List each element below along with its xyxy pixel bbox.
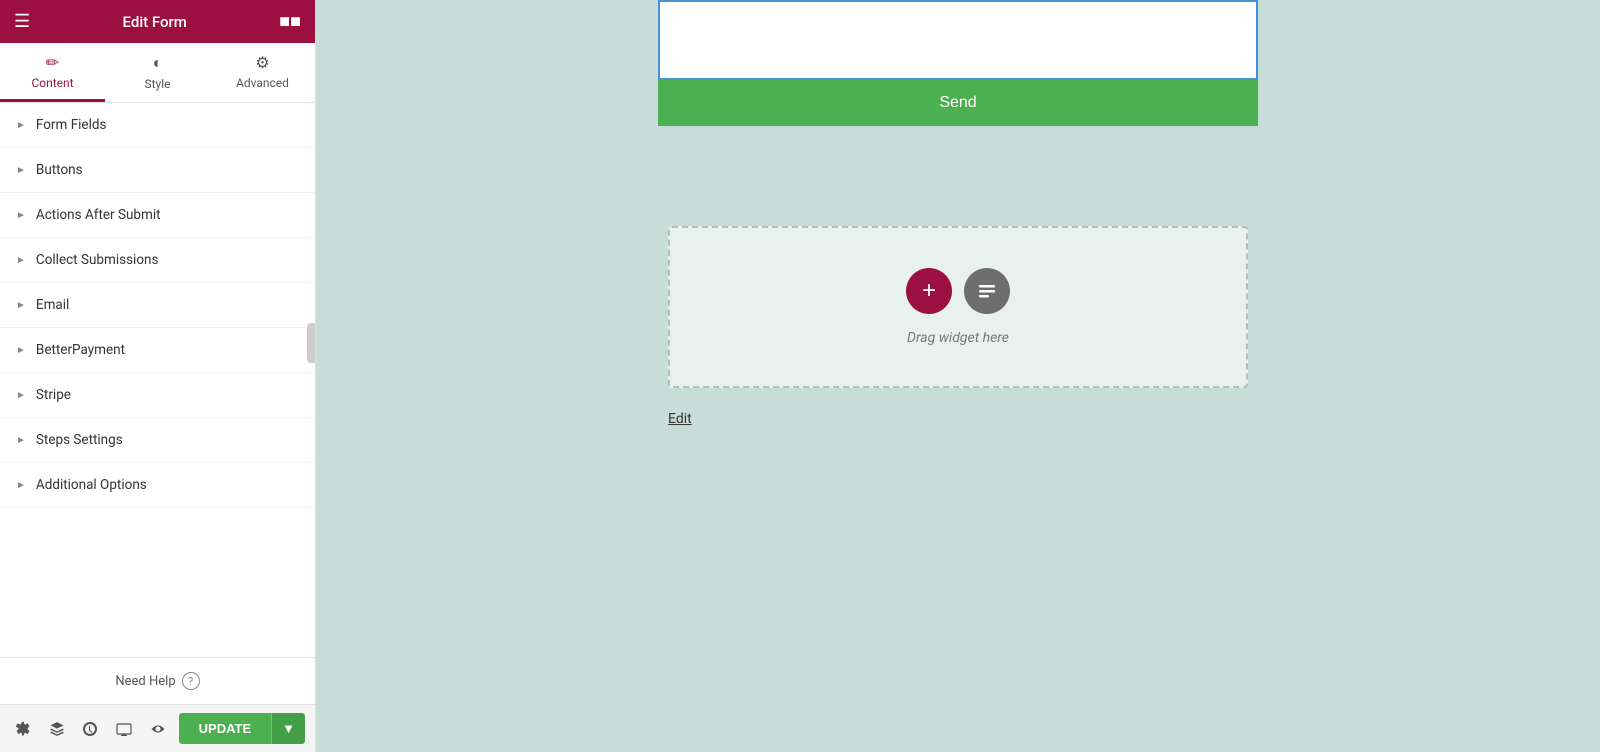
tab-style-label: Style [144, 77, 170, 91]
edit-link[interactable]: Edit [668, 411, 692, 427]
update-button[interactable]: UPDATE [179, 713, 271, 744]
accordion-label-buttons: Buttons [36, 162, 83, 178]
send-button[interactable]: Send [658, 80, 1258, 126]
sidebar-footer: Need Help ? [0, 657, 315, 704]
widget-dropzone: + Drag widget here [668, 226, 1248, 388]
need-help-button[interactable]: Need Help ? [115, 672, 199, 690]
dropzone-label: Drag widget here [907, 330, 1009, 346]
accordion-better-payment: ► BetterPayment [0, 328, 315, 373]
accordion-label-actions: Actions After Submit [36, 207, 161, 223]
chevron-icon: ► [16, 390, 26, 401]
sidebar: ☰ Edit Form ■■ ✏ Content ◐ Style ⚙ Advan… [0, 0, 316, 752]
chevron-icon: ► [16, 120, 26, 131]
tab-content[interactable]: ✏ Content [0, 43, 105, 102]
main-canvas: Send + Drag widget here Edit [316, 0, 1600, 752]
accordion-label-additional: Additional Options [36, 477, 147, 493]
accordion-label-steps: Steps Settings [36, 432, 123, 448]
tab-advanced-label: Advanced [236, 76, 289, 90]
accordion-header-buttons[interactable]: ► Buttons [0, 148, 315, 192]
responsive-icon-btn[interactable] [111, 714, 137, 744]
accordion-header-email[interactable]: ► Email [0, 283, 315, 327]
accordion-stripe: ► Stripe [0, 373, 315, 418]
sidebar-title: Edit Form [123, 13, 187, 31]
tab-style[interactable]: ◐ Style [105, 43, 210, 102]
scroll-handle[interactable] [307, 323, 315, 363]
accordion-label-form-fields: Form Fields [36, 117, 107, 133]
form-textarea[interactable] [658, 0, 1258, 80]
accordion-header-actions[interactable]: ► Actions After Submit [0, 193, 315, 237]
chevron-icon: ► [16, 165, 26, 176]
accordion-header-form-fields[interactable]: ► Form Fields [0, 103, 315, 147]
accordion-header-steps[interactable]: ► Steps Settings [0, 418, 315, 462]
accordion-label-email: Email [36, 297, 69, 313]
form-textarea-wrapper: Send [658, 0, 1258, 126]
accordion-buttons: ► Buttons [0, 148, 315, 193]
dropzone-buttons: + [906, 268, 1010, 314]
update-btn-group: UPDATE ▼ [179, 713, 305, 744]
accordion-header-stripe[interactable]: ► Stripe [0, 373, 315, 417]
content-icon: ✏ [46, 53, 59, 72]
accordion-email: ► Email [0, 283, 315, 328]
chevron-icon: ► [16, 210, 26, 221]
accordion-additional-options: ► Additional Options [0, 463, 315, 508]
bottom-toolbar: UPDATE ▼ [0, 704, 315, 752]
style-icon: ◐ [153, 53, 163, 73]
chevron-icon: ► [16, 435, 26, 446]
need-help-label: Need Help [115, 674, 175, 689]
accordion-collect-submissions: ► Collect Submissions [0, 238, 315, 283]
chevron-icon: ► [16, 345, 26, 356]
accordion-header-collect[interactable]: ► Collect Submissions [0, 238, 315, 282]
update-dropdown-button[interactable]: ▼ [271, 713, 305, 744]
add-widget-button[interactable]: + [906, 268, 952, 314]
accordion-steps-settings: ► Steps Settings [0, 418, 315, 463]
accordion-header-better-payment[interactable]: ► BetterPayment [0, 328, 315, 372]
accordion-label-collect: Collect Submissions [36, 252, 159, 268]
history-icon-btn[interactable] [77, 714, 103, 744]
canvas-inner: Send + Drag widget here Edit [316, 0, 1600, 752]
accordion-label-better-payment: BetterPayment [36, 342, 125, 358]
tab-content-label: Content [31, 76, 73, 90]
advanced-icon: ⚙ [255, 53, 269, 72]
accordion-header-additional[interactable]: ► Additional Options [0, 463, 315, 507]
menu-icon[interactable]: ☰ [14, 11, 30, 32]
sidebar-header: ☰ Edit Form ■■ [0, 0, 315, 43]
sidebar-content: ► Form Fields ► Buttons ► Actions After … [0, 103, 315, 657]
tab-advanced[interactable]: ⚙ Advanced [210, 43, 315, 102]
accordion-label-stripe: Stripe [36, 387, 71, 403]
accordion-form-fields: ► Form Fields [0, 103, 315, 148]
canvas-upper: Send + Drag widget here Edit [316, 0, 1600, 427]
sidebar-tabs: ✏ Content ◐ Style ⚙ Advanced [0, 43, 315, 103]
settings-icon-btn[interactable] [10, 714, 36, 744]
widget-options-button[interactable] [964, 268, 1010, 314]
accordion-actions-after-submit: ► Actions After Submit [0, 193, 315, 238]
preview-icon-btn[interactable] [145, 714, 171, 744]
help-icon: ? [182, 672, 200, 690]
layers-icon-btn[interactable] [44, 714, 70, 744]
chevron-icon: ► [16, 480, 26, 491]
chevron-icon: ► [16, 255, 26, 266]
grid-icon[interactable]: ■■ [279, 11, 301, 32]
chevron-icon: ► [16, 300, 26, 311]
